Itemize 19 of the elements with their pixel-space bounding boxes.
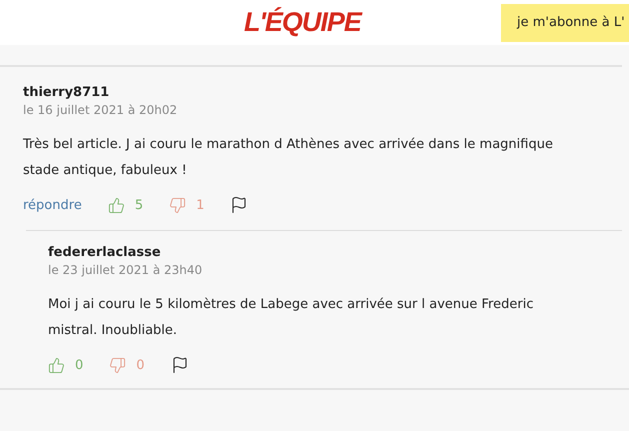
comment-date: le 23 juillet 2021 à 23h40 <box>48 263 204 277</box>
comment-author: thierry8711 <box>23 85 110 100</box>
dislike-count: 0 <box>136 358 145 372</box>
reply-link[interactable]: répondre <box>23 198 82 212</box>
thumbs-down-icon[interactable] <box>169 196 186 214</box>
comment-text: Très bel article. J ai couru le marathon d Athènes avec arrivée dans le magnifique stade antique, fabuleux ! <box>23 136 554 180</box>
flag-icon[interactable] <box>230 196 248 214</box>
subscribe-button[interactable]: je m'abonne à L' <box>501 4 629 42</box>
thumbs-up-icon[interactable] <box>48 356 65 374</box>
thumbs-down-icon[interactable] <box>109 356 126 374</box>
like-count: 5 <box>134 198 144 212</box>
like-count: 0 <box>75 358 84 372</box>
dislike-count: 1 <box>196 198 204 212</box>
flag-icon[interactable] <box>170 356 189 374</box>
logo[interactable]: L'ÉQUIPE <box>244 7 361 38</box>
thumbs-up-icon[interactable] <box>108 196 125 214</box>
comment-date: le 16 juillet 2021 à 20h02 <box>23 103 178 117</box>
comment-text: Moi j ai couru le 5 kilomètres de Labege avec arrivée sur l avenue Frederic mistral. Inoubliable. <box>48 296 534 340</box>
comment-author: federerlaclasse <box>48 245 162 260</box>
